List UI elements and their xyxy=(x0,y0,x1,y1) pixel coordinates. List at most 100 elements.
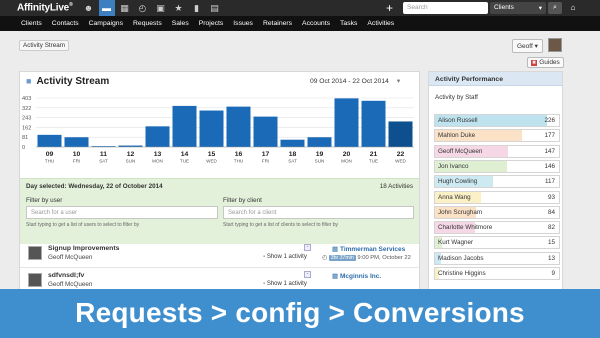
expand-icon[interactable]: - xyxy=(304,271,311,278)
bar[interactable] xyxy=(37,134,62,147)
guides-button[interactable]: ✖ Guides xyxy=(527,57,564,68)
y-tick-label: 403 xyxy=(22,96,31,102)
nav-item-sales[interactable]: Sales xyxy=(172,20,189,27)
nav-item-clients[interactable]: Clients xyxy=(21,20,42,27)
show-activity-link[interactable]: ▪ Show 1 activity xyxy=(263,254,307,260)
staff-row[interactable]: Jon Ivanco 146 xyxy=(434,159,560,173)
x-tick-day: 10 xyxy=(73,151,81,158)
x-tick-day: 15 xyxy=(208,151,216,158)
bar[interactable] xyxy=(226,106,251,147)
x-tick-weekday: SUN xyxy=(315,159,325,164)
people-icon[interactable]: ☻ xyxy=(81,0,97,16)
chevron-down-icon: ▾ xyxy=(396,78,401,85)
staff-name: Christine Higgins xyxy=(438,270,486,277)
nav-item-projects[interactable]: Projects xyxy=(199,20,224,27)
global-search-input[interactable]: Search xyxy=(403,2,488,14)
staff-count: 9 xyxy=(551,270,555,277)
filter-client-label: Filter by client xyxy=(223,197,262,204)
nav-item-issues[interactable]: Issues xyxy=(233,20,253,27)
staff-row[interactable]: John Scrugham 84 xyxy=(434,205,560,219)
folder-icon[interactable]: ▮ xyxy=(189,0,205,16)
date-range-select[interactable]: 09 Oct 2014 - 22 Oct 2014 ▾ xyxy=(310,77,400,85)
staff-row[interactable]: Madison Jacobs 13 xyxy=(434,251,560,265)
nav-item-campaigns[interactable]: Campaigns xyxy=(89,20,123,27)
staff-name: Mahlon Duke xyxy=(438,132,476,140)
calendar-icon[interactable]: ▣ xyxy=(153,0,169,16)
grid-icon[interactable]: ▦ xyxy=(117,0,133,16)
chat-icon[interactable]: ▬ xyxy=(98,0,115,16)
staff-name: Geoff McQueen xyxy=(438,147,483,155)
staff-row[interactable]: Anna Wang 93 xyxy=(434,190,560,204)
x-tick-day: 09 xyxy=(46,151,54,158)
staff-row[interactable]: Geoff McQueen 147 xyxy=(434,144,560,158)
chat-icon: ▪ xyxy=(263,281,266,287)
bar[interactable] xyxy=(172,105,197,147)
add-icon[interactable]: + xyxy=(386,0,393,16)
x-tick-weekday: WED xyxy=(395,159,406,164)
filter-user-input[interactable]: Search for a user xyxy=(26,206,218,219)
filter-user-label: Filter by user xyxy=(26,197,63,204)
x-tick-day: 21 xyxy=(370,151,378,158)
bar[interactable] xyxy=(64,137,89,147)
bar[interactable] xyxy=(253,116,278,147)
avatar xyxy=(28,273,42,287)
company-icon: ▦ xyxy=(332,246,339,253)
x-tick-day: 16 xyxy=(235,151,243,158)
x-tick-day: 22 xyxy=(397,151,405,158)
staff-row[interactable]: Alison Russell 226 xyxy=(434,114,560,127)
panel-title: Activity Stream xyxy=(36,75,110,87)
main-nav: Clients Contacts Campaigns Requests Sales Pro… xyxy=(0,16,600,31)
activity-title[interactable]: Signup Improvements xyxy=(48,245,119,252)
x-tick-day: 13 xyxy=(154,151,162,158)
x-tick-weekday: THU xyxy=(234,159,243,164)
staff-count: 15 xyxy=(547,239,555,247)
bar[interactable] xyxy=(361,100,386,147)
client-link[interactable]: ▦ Mcginnis Inc. xyxy=(332,272,381,280)
filter-user-hint: Start typing to get a list of users to s… xyxy=(26,222,140,228)
bar[interactable] xyxy=(280,139,305,147)
chevron-down-icon: ▾ xyxy=(538,5,542,12)
x-tick-weekday: TUE xyxy=(369,159,378,164)
bar[interactable] xyxy=(388,121,413,147)
nav-item-tasks[interactable]: Tasks xyxy=(340,20,357,27)
client-link[interactable]: ▦ Timmerman Services xyxy=(332,245,405,253)
expand-icon[interactable]: - xyxy=(304,244,311,251)
app-logo[interactable]: AffinityLive® xyxy=(17,2,73,13)
guides-icon: ✖ xyxy=(531,60,538,66)
user-menu[interactable]: Geoff ▾ xyxy=(512,39,543,53)
staff-count: 13 xyxy=(547,254,555,262)
activity-title[interactable]: sdfvnsdl;fv xyxy=(48,272,84,279)
star-icon[interactable]: ★ xyxy=(171,0,187,16)
search-scope-select[interactable]: Clients ▾ xyxy=(490,2,546,14)
staff-count: 82 xyxy=(547,224,555,232)
staff-name: Charlotte Whitmore xyxy=(438,224,493,232)
nav-item-activities[interactable]: Activities xyxy=(367,20,394,27)
staff-row[interactable]: Mahlon Duke 177 xyxy=(434,129,560,143)
nav-item-retainers[interactable]: Retainers xyxy=(263,20,292,27)
nav-item-contacts[interactable]: Contacts xyxy=(52,20,79,27)
staff-count: 177 xyxy=(544,132,555,140)
clock-icon[interactable]: ◴ xyxy=(135,0,151,16)
nav-item-accounts[interactable]: Accounts xyxy=(302,20,330,27)
bar[interactable] xyxy=(199,110,224,147)
nav-item-requests[interactable]: Requests xyxy=(133,20,162,27)
chat-icon: ■ xyxy=(26,76,32,86)
bar[interactable] xyxy=(334,98,359,147)
x-tick-day: 12 xyxy=(127,151,135,158)
filter-client-input[interactable]: Search for a client xyxy=(223,206,414,219)
staff-row[interactable]: Kurt Wagner 15 xyxy=(434,236,560,250)
bar[interactable] xyxy=(145,126,170,147)
avatar[interactable] xyxy=(548,38,562,52)
x-tick-day: 20 xyxy=(343,151,351,158)
staff-row[interactable]: Christine Higgins 9 xyxy=(434,267,560,280)
search-icon[interactable]: ⌕ xyxy=(548,2,562,14)
bar[interactable] xyxy=(307,137,332,147)
staff-row[interactable]: Hugh Cowling 117 xyxy=(434,175,560,189)
day-selected-label: Day selected: Wednesday, 22 of October 2… xyxy=(26,183,163,190)
staff-row[interactable]: Charlotte Whitmore 82 xyxy=(434,221,560,235)
breadcrumb[interactable]: Activity Stream xyxy=(19,40,69,51)
inbox-icon[interactable]: ▤ xyxy=(207,0,223,16)
home-icon[interactable]: ⌂ xyxy=(566,2,580,14)
activity-row[interactable]: Signup Improvements Geoff McQueen - ▪ Sh… xyxy=(20,242,419,268)
show-activity-link[interactable]: ▪ Show 1 activity xyxy=(263,281,307,287)
